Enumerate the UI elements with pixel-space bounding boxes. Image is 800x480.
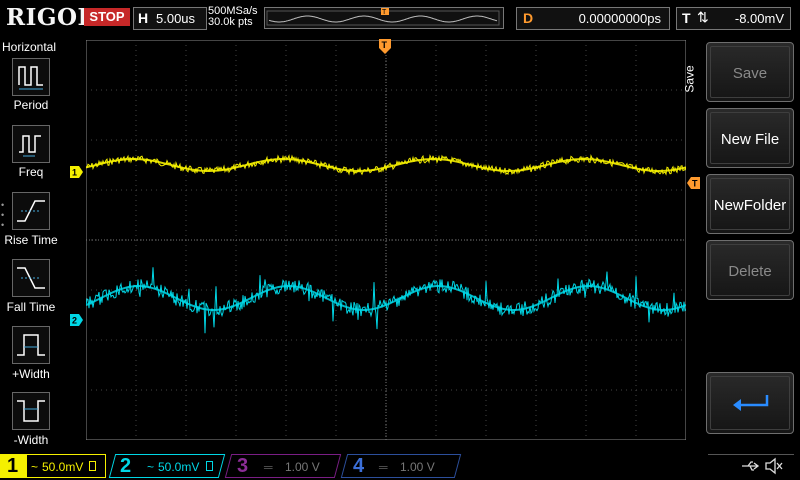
- frequency-button[interactable]: [12, 125, 50, 163]
- trigger-position-label: T: [382, 40, 388, 50]
- frequency-icon: [19, 135, 41, 157]
- delete-button-label: Delete: [728, 263, 772, 280]
- horizontal-timebase-box[interactable]: H 5.00us: [133, 7, 207, 30]
- trigger-level-marker-label: T: [692, 179, 698, 189]
- channel-2-coupling-icon: ~: [147, 460, 155, 474]
- channel-1-bandwidth-icon: [89, 461, 96, 471]
- trigger-box[interactable]: T ⇅ -8.00mV: [676, 7, 791, 30]
- rise-time-button[interactable]: [12, 192, 50, 230]
- acquisition-info: 500MSa/s 30.0k pts: [208, 6, 258, 28]
- measure-menu-title: Horizontal: [2, 40, 57, 54]
- positive-width-button[interactable]: [12, 326, 50, 364]
- trigger-marker-text: T: [382, 9, 387, 16]
- usb-icon: [742, 461, 760, 471]
- rise-time-icon: [17, 200, 45, 222]
- period-button[interactable]: [12, 58, 50, 96]
- channel-1-ground-marker[interactable]: 1: [70, 166, 84, 178]
- menu-page-indicator: • • •: [1, 200, 5, 230]
- save-button-label: Save: [732, 65, 768, 82]
- delay-key: D: [523, 10, 534, 26]
- fall-time-icon: [17, 267, 45, 289]
- channel-4-scale: 1.00 V: [400, 460, 435, 474]
- horizontal-key: H: [138, 10, 149, 26]
- channel-2-ground-marker[interactable]: 2: [70, 314, 84, 326]
- channel-4-coupling-icon: ═: [379, 460, 388, 474]
- positive-width-label: +Width: [12, 367, 50, 381]
- frequency-label: Freq: [18, 165, 44, 179]
- trigger-position-marker[interactable]: T: [378, 38, 392, 56]
- save-menu-tab: Save: [683, 40, 706, 130]
- fall-time-button[interactable]: [12, 259, 50, 297]
- period-label: Period: [13, 98, 49, 112]
- negative-width-icon: [17, 400, 45, 422]
- channel-2-scale: 50.0mV: [158, 460, 200, 474]
- save-menu-title: Save: [682, 65, 697, 93]
- channel-3-scale: 1.00 V: [285, 460, 320, 474]
- negative-width-label: -Width: [13, 433, 49, 447]
- delay-box[interactable]: D 0.00000000ps: [516, 7, 670, 30]
- save-button[interactable]: Save: [706, 42, 794, 102]
- return-arrow-icon: [733, 395, 769, 411]
- new-folder-button[interactable]: NewFolder: [706, 174, 794, 234]
- run-stop-status[interactable]: STOP: [84, 8, 130, 26]
- delay-value: 0.00000000ps: [578, 11, 661, 26]
- channel-2-bandwidth-icon: [206, 461, 213, 471]
- timebase-value: 5.00us: [156, 11, 196, 26]
- speaker-muted-icon[interactable]: [764, 457, 784, 475]
- channel-1-marker-label: 1: [72, 168, 77, 178]
- channel-1-scale: 50.0mV: [42, 460, 84, 474]
- delete-button[interactable]: Delete: [706, 240, 794, 300]
- return-button[interactable]: [706, 372, 794, 434]
- channel-2-marker-label: 2: [72, 316, 77, 326]
- channel-1-number: 1: [7, 455, 19, 477]
- positive-width-icon: [17, 334, 45, 356]
- new-file-button-label: New File: [720, 131, 780, 148]
- period-icon: [18, 66, 43, 90]
- channel-3-number: 3: [237, 455, 249, 477]
- trigger-level: -8.00mV: [734, 11, 784, 26]
- new-folder-button-label: NewFolder: [713, 197, 787, 214]
- negative-width-button[interactable]: [12, 392, 50, 430]
- trigger-key: T: [682, 10, 691, 26]
- trigger-level-marker[interactable]: T: [686, 177, 700, 189]
- waveform-display[interactable]: [86, 40, 686, 440]
- fall-time-label: Fall Time: [6, 300, 56, 314]
- channel-2-number: 2: [120, 455, 132, 477]
- channel-1-coupling-icon: ~: [31, 460, 39, 474]
- rise-time-label: Rise Time: [4, 233, 58, 247]
- new-file-button[interactable]: New File: [706, 108, 794, 168]
- channel-4-number: 4: [353, 455, 365, 477]
- rigol-logo: RIGOL: [6, 4, 95, 31]
- memory-waveform-preview: T: [266, 8, 500, 26]
- trigger-edge-icon: ⇅: [697, 9, 709, 25]
- channel-3-coupling-icon: ═: [264, 460, 273, 474]
- memory-overview-bar[interactable]: T: [264, 7, 504, 29]
- memory-depth: 30.0k pts: [208, 16, 253, 28]
